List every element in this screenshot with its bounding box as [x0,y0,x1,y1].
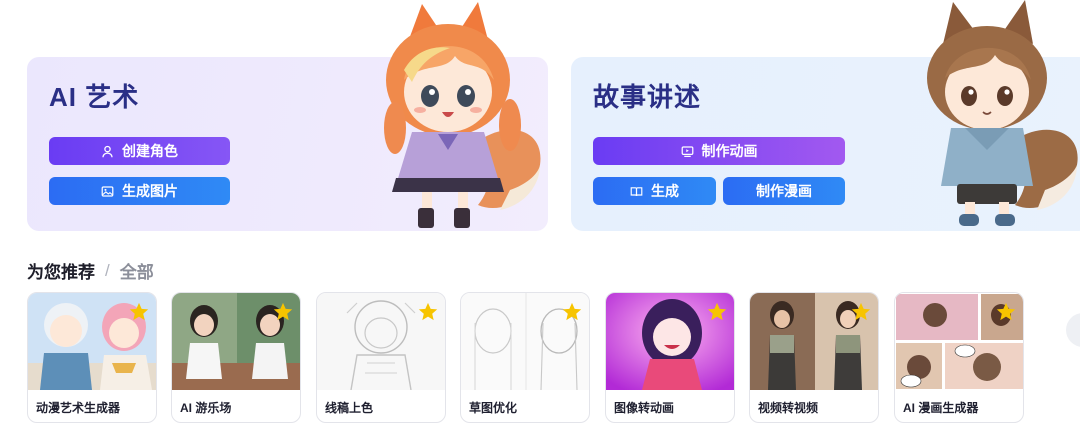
card-label: AI 游乐场 [180,401,232,415]
user-icon [102,145,113,157]
star-icon [418,302,438,321]
star-icon [562,302,582,321]
card-video-to-video[interactable]: 视频转视频 [749,292,879,423]
image-icon [101,185,114,197]
make-animation-button[interactable]: 制作动画 [593,137,845,165]
card-image-to-animation[interactable]: 图像转动画 [605,292,735,423]
card-line-art-coloring[interactable]: 线稿上色 [316,292,446,423]
create-character-button[interactable]: 创建角色 [49,137,230,165]
scroll-right-button[interactable] [1066,313,1080,347]
card-ai-playground[interactable]: AI 游乐场 [171,292,301,423]
card-anime-art-generator[interactable]: 动漫艺术生成器 [27,292,157,423]
card-label: 线稿上色 [325,401,374,415]
star-icon [707,302,727,321]
generate-story-label: 生成 [651,183,679,199]
storytelling-title: 故事讲述 [593,82,702,112]
monitor-icon [681,145,693,157]
card-ai-comic-generator[interactable]: AI 漫画生成器 [894,292,1024,423]
make-comic-button[interactable]: 制作漫画 [723,177,845,205]
make-animation-label: 制作动画 [701,143,758,159]
card-label: 视频转视频 [758,401,819,415]
card-label: 图像转动画 [614,401,675,415]
fox-boy-character-image [927,0,1078,226]
card-label: AI 漫画生成器 [903,401,979,415]
card-label: 动漫艺术生成器 [36,401,121,415]
all-link[interactable]: 全部 [120,258,154,283]
generate-image-label: 生成图片 [122,183,178,199]
recommend-separator: / [105,260,110,280]
make-comic-label: 制作漫画 [756,183,812,199]
book-icon [630,186,643,196]
ai-art-title: AI 艺术 [49,82,140,112]
fox-girl-character-image [384,2,541,228]
recommend-title: 为您推荐 [27,263,95,282]
star-icon [851,302,871,321]
generate-story-button[interactable]: 生成 [593,177,716,205]
star-icon [129,302,149,321]
star-icon [273,302,293,321]
recommend-header: 为您推荐 / 全部 [27,258,154,283]
star-icon [996,302,1016,321]
create-character-label: 创建角色 [122,143,178,159]
card-sketch-refine[interactable]: 草图优化 [460,292,590,423]
card-label: 草图优化 [469,401,518,415]
generate-image-button[interactable]: 生成图片 [49,177,230,205]
